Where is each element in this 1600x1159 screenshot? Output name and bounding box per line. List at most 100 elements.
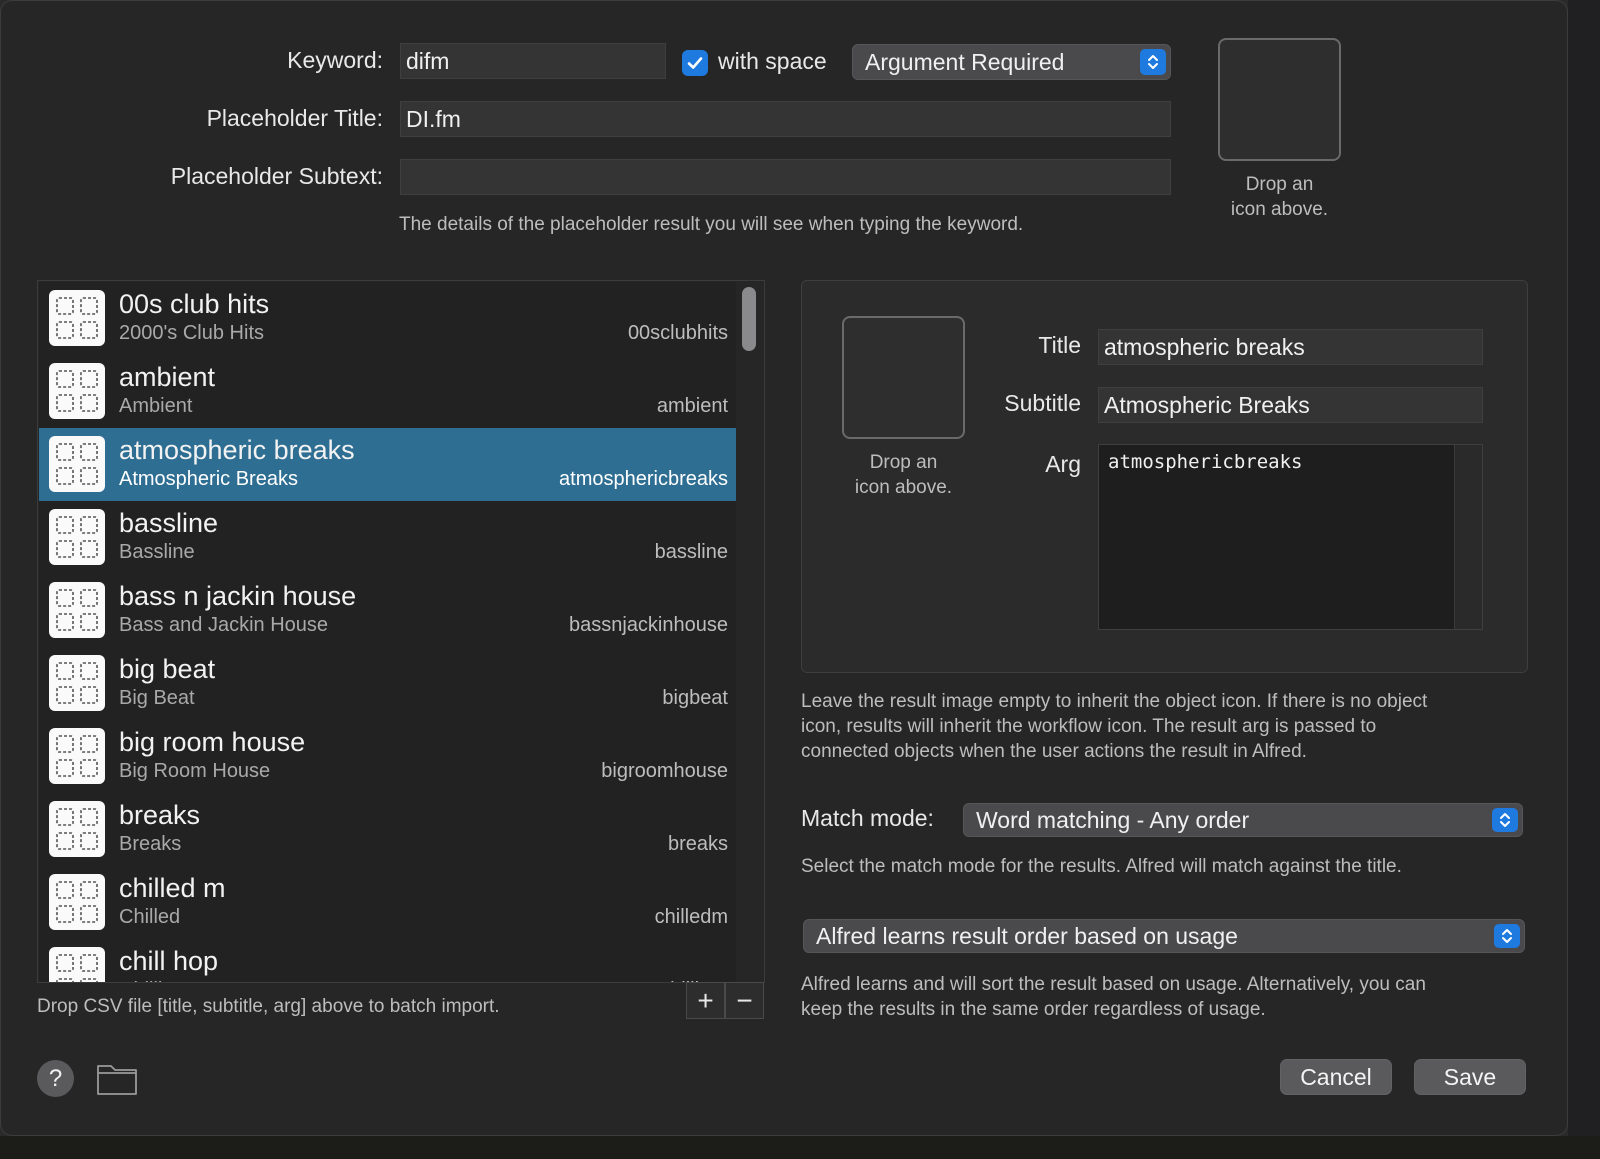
match-mode-label: Match mode: bbox=[801, 805, 934, 831]
inherit-help-line3: connected objects when the user actions … bbox=[801, 741, 1307, 762]
list-item-arg: bassnjackinhouse bbox=[569, 614, 728, 636]
list-item-title: big room house bbox=[119, 727, 306, 757]
result-placeholder-icon bbox=[49, 801, 105, 857]
result-icon-caption-line1: Drop an bbox=[869, 452, 938, 473]
csv-import-help: Drop CSV file [title, subtitle, arg] abo… bbox=[37, 996, 500, 1017]
list-item-arg: atmosphericbreaks bbox=[559, 468, 728, 490]
detail-arg-label: Arg bbox=[1045, 451, 1081, 477]
keyword-label: Keyword: bbox=[287, 47, 383, 73]
list-item-subtitle: Bass and Jackin House bbox=[119, 614, 329, 636]
list-item-title: big beat bbox=[119, 654, 216, 684]
order-help-text: Alfred learns and will sort the result b… bbox=[801, 972, 1426, 1022]
list-item-title: atmospheric breaks bbox=[119, 435, 355, 465]
result-placeholder-icon bbox=[49, 874, 105, 930]
inherit-help-line2: icon, results will inherit the workflow … bbox=[801, 716, 1377, 737]
placeholder-subtext-label: Placeholder Subtext: bbox=[170, 163, 383, 189]
list-item-arg: ambient bbox=[656, 395, 728, 417]
list-item-title: bass n jackin house bbox=[119, 581, 357, 611]
order-help-line2: keep the results in the same order regar… bbox=[801, 999, 1266, 1020]
workflow-icon-caption-line1: Drop an bbox=[1245, 174, 1314, 195]
list-item-subtitle: Bassline bbox=[119, 541, 195, 563]
list-item-arg: chilledm bbox=[654, 906, 728, 928]
folder-icon[interactable] bbox=[96, 1060, 138, 1096]
list-item-title: ambient bbox=[119, 362, 216, 392]
placeholder-title-label: Placeholder Title: bbox=[206, 105, 383, 131]
list-item[interactable]: atmospheric breaks Atmospheric Breaks atmo… bbox=[39, 428, 736, 501]
with-space-checkbox[interactable] bbox=[682, 50, 708, 76]
list-item-subtitle: Ambient bbox=[119, 395, 193, 417]
result-placeholder-icon bbox=[49, 655, 105, 711]
desktop-strip bbox=[0, 1136, 1600, 1159]
list-item-subtitle: Chilled bbox=[119, 906, 181, 928]
save-button[interactable]: Save bbox=[1414, 1059, 1526, 1095]
list-item-subtitle: 2000's Club Hits bbox=[119, 322, 264, 344]
list-item-arg: bigbeat bbox=[662, 687, 728, 709]
workflow-icon-caption: Drop an icon above. bbox=[1201, 172, 1358, 222]
help-button[interactable]: ? bbox=[37, 1060, 74, 1097]
results-list[interactable]: 00s club hits 2000's Club Hits 00sclubhits… bbox=[39, 282, 736, 982]
list-item-title: 00s club hits bbox=[119, 289, 270, 319]
argument-select-value: Argument Required bbox=[865, 48, 1065, 75]
placeholder-help-text: The details of the placeholder result yo… bbox=[399, 214, 1024, 235]
list-item[interactable]: bassline Bassline bassline bbox=[39, 501, 736, 574]
list-item[interactable]: ambient Ambient ambient bbox=[39, 355, 736, 428]
checkmark-icon bbox=[687, 57, 703, 69]
with-space-label[interactable]: with space bbox=[718, 48, 827, 75]
result-placeholder-icon bbox=[49, 290, 105, 346]
placeholder-subtext-input[interactable] bbox=[400, 159, 1171, 195]
detail-title-label: Title bbox=[1038, 332, 1081, 358]
up-down-chevron-icon bbox=[1494, 924, 1520, 948]
detail-subtitle-label: Subtitle bbox=[1004, 390, 1081, 416]
order-help-line1: Alfred learns and will sort the result b… bbox=[801, 974, 1426, 995]
list-item[interactable]: 00s club hits 2000's Club Hits 00sclubhits bbox=[39, 282, 736, 355]
list-item[interactable]: chill hopChillhopchillhop bbox=[39, 939, 736, 982]
match-mode-select[interactable]: Word matching - Any order bbox=[963, 803, 1523, 837]
detail-arg-text: atmosphericbreaks bbox=[1108, 451, 1303, 473]
add-row-button[interactable]: + bbox=[686, 982, 725, 1019]
result-order-value: Alfred learns result order based on usag… bbox=[816, 922, 1238, 949]
result-icon-caption-line2: icon above. bbox=[854, 477, 953, 498]
list-item[interactable]: breaks Breaks breaks bbox=[39, 793, 736, 866]
list-item[interactable]: big room house Big Room House bigroomhouse bbox=[39, 720, 736, 793]
detail-arg-scrollbar[interactable] bbox=[1454, 445, 1482, 629]
match-help-text: Select the match mode for the results. A… bbox=[801, 856, 1402, 877]
result-placeholder-icon bbox=[49, 582, 105, 638]
list-item[interactable]: chilled m Chilled chilledm bbox=[39, 866, 736, 939]
list-item-arg: bigroomhouse bbox=[601, 760, 728, 782]
result-icon-well[interactable] bbox=[842, 316, 965, 439]
results-scroll-thumb[interactable] bbox=[742, 287, 756, 351]
list-item-arg: 00sclubhits bbox=[627, 322, 728, 344]
list-item-subtitle: Big Room House bbox=[119, 760, 271, 782]
match-mode-value: Word matching - Any order bbox=[976, 806, 1250, 833]
list-item-title: breaks bbox=[119, 800, 201, 830]
remove-row-button[interactable]: − bbox=[725, 982, 764, 1019]
placeholder-title-input[interactable]: DI.fm bbox=[400, 101, 1171, 137]
keyword-input[interactable]: difm bbox=[400, 43, 666, 79]
workflow-icon-well[interactable] bbox=[1218, 38, 1341, 161]
list-item-arg: bassline bbox=[654, 541, 728, 563]
cancel-button[interactable]: Cancel bbox=[1280, 1059, 1392, 1095]
list-item[interactable]: big beat Big Beat bigbeat bbox=[39, 647, 736, 720]
list-item-title: chilled m bbox=[119, 873, 226, 903]
inherit-help-line1: Leave the result image empty to inherit … bbox=[801, 691, 1428, 712]
desktop-edge bbox=[1568, 0, 1600, 1136]
detail-subtitle-input[interactable]: Atmospheric Breaks bbox=[1098, 387, 1483, 423]
list-item-subtitle: Atmospheric Breaks bbox=[119, 468, 298, 490]
workflow-list-filter-dialog: Keyword: difm with space Argument Requir… bbox=[0, 0, 1568, 1136]
list-item-subtitle: Big Beat bbox=[119, 687, 195, 709]
result-placeholder-icon bbox=[49, 509, 105, 565]
inherit-help-text: Leave the result image empty to inherit … bbox=[801, 689, 1427, 764]
argument-select[interactable]: Argument Required bbox=[852, 44, 1171, 80]
workflow-icon-caption-line2: icon above. bbox=[1230, 199, 1329, 220]
results-scrollbar[interactable] bbox=[736, 282, 764, 982]
detail-title-input[interactable]: atmospheric breaks bbox=[1098, 329, 1483, 365]
list-item-subtitle: Breaks bbox=[119, 833, 182, 855]
result-icon-caption: Drop an icon above. bbox=[825, 450, 982, 500]
list-item[interactable]: bass n jackin house Bass and Jackin House… bbox=[39, 574, 736, 647]
list-item-arg: breaks bbox=[667, 833, 728, 855]
list-item-subtitle: Chillhop bbox=[119, 979, 191, 982]
detail-arg-textarea[interactable]: atmosphericbreaks bbox=[1098, 444, 1483, 630]
up-down-chevron-icon bbox=[1140, 49, 1166, 75]
result-order-select[interactable]: Alfred learns result order based on usag… bbox=[803, 919, 1525, 953]
list-item-title: chill hop bbox=[119, 946, 219, 976]
